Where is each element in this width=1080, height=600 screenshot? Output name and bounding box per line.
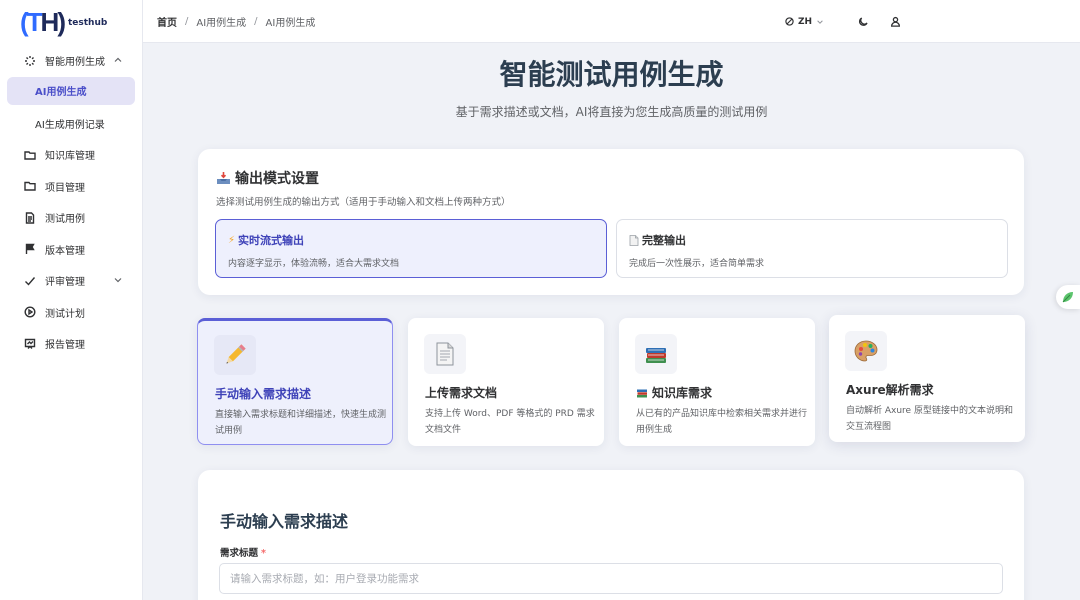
source-card-description: 支持上传 Word、PDF 等格式的 PRD 需求文档文件	[425, 409, 595, 435]
sidebar-item-ai-case-records[interactable]: AI生成用例记录	[7, 108, 135, 140]
play-circle-icon	[23, 305, 37, 319]
sparkle-icon	[23, 54, 37, 68]
source-card-title: 知识库需求	[652, 386, 713, 400]
main-content: 智能测试用例生成 基于需求描述或文档，AI将直接为您生成高质量的测试用例 输出模…	[143, 43, 1080, 600]
sidebar-item-label: 知识库管理	[45, 151, 95, 163]
manual-input-form: 手动输入需求描述 需求标题 *	[198, 470, 1024, 600]
breadcrumb-home[interactable]: 首页	[157, 14, 177, 29]
sidebar-item-test-plans[interactable]: 测试计划	[7, 297, 135, 329]
option-description: 完成后一次性展示，适合简单需求	[629, 259, 765, 269]
sidebar-item-smart-case-generation[interactable]: 智能用例生成	[7, 45, 135, 77]
page-title: 智能测试用例生成	[499, 58, 724, 91]
breadcrumb-separator: /	[185, 15, 189, 27]
sidebar-item-label: 测试用例	[45, 214, 85, 226]
sidebar-item-versions[interactable]: 版本管理	[7, 234, 135, 266]
option-title: 实时流式输出	[238, 234, 305, 247]
logo-mark-right: H)	[40, 7, 66, 37]
source-card-manual-input[interactable]: 手动输入需求描述 直接输入需求标题和详细描述，快速生成测试用例	[197, 318, 393, 445]
sidebar-item-reviews[interactable]: 评审管理	[7, 265, 135, 297]
requirement-title-label: 需求标题	[220, 548, 259, 559]
source-card-title: Axure解析需求	[846, 383, 934, 397]
output-mode-card: 输出模式设置 选择测试用例生成的输出方式（适用于手动输入和文档上传两种方式） ⚡…	[198, 149, 1024, 295]
leaf-icon[interactable]	[1056, 285, 1080, 309]
sidebar-item-label: 报告管理	[45, 340, 85, 352]
sidebar-item-label: AI用例生成	[35, 87, 87, 98]
source-card-axure[interactable]: Axure解析需求 自动解析 Axure 原型链接中的文本说明和交互流程图	[829, 315, 1025, 442]
output-mode-description: 选择测试用例生成的输出方式（适用于手动输入和文档上传两种方式）	[216, 197, 511, 208]
logo-mark-left: (T	[20, 7, 43, 37]
logo-text: testhub	[67, 18, 108, 28]
top-header: 首页 / AI用例生成 / AI用例生成 ZH	[143, 0, 1080, 43]
sidebar-item-label: AI生成用例记录	[35, 119, 105, 131]
language-label: ZH	[798, 16, 813, 27]
chevron-up-icon	[113, 55, 123, 65]
sidebar-item-label: 项目管理	[45, 182, 85, 194]
check-icon	[23, 274, 37, 288]
flag-icon	[23, 242, 37, 256]
moon-icon[interactable]	[857, 16, 869, 28]
sidebar-item-reports[interactable]: 报告管理	[7, 328, 135, 360]
sidebar: (TH) testhub 智能用例生成 AI用例生成 AI生成用例记录 知识库管…	[0, 0, 143, 600]
sidebar-item-ai-case-generation[interactable]: AI用例生成	[7, 76, 135, 105]
sidebar-item-knowledge-base[interactable]: 知识库管理	[7, 139, 135, 171]
chevron-down-icon	[113, 275, 123, 285]
option-complete-output[interactable]: 完整输出 完成后一次性展示，适合简单需求	[616, 219, 1008, 278]
sidebar-item-label: 测试计划	[45, 308, 85, 320]
breadcrumb-item[interactable]: AI用例生成	[196, 14, 246, 29]
sidebar-item-label: 版本管理	[45, 245, 85, 257]
output-mode-title: 输出模式设置	[235, 171, 319, 187]
globe-icon	[785, 17, 794, 26]
option-title: 完整输出	[642, 234, 686, 247]
source-card-knowledge-base[interactable]: 知识库需求 从已有的产品知识库中检索相关需求并进行用例生成	[619, 318, 815, 446]
pencil-icon	[214, 335, 256, 375]
inbox-tray-icon	[217, 172, 230, 184]
breadcrumb-current: AI用例生成	[265, 17, 316, 29]
palette-icon	[845, 331, 887, 371]
source-card-description: 从已有的产品知识库中检索相关需求并进行用例生成	[636, 409, 808, 435]
sidebar-item-label: 智能用例生成	[45, 57, 105, 69]
requirement-title-input[interactable]	[219, 563, 1003, 594]
sidebar-nav: 智能用例生成 AI用例生成 AI生成用例记录 知识库管理 项目管理 测试用例 版…	[0, 45, 142, 360]
report-icon	[23, 337, 37, 351]
app-logo[interactable]: (TH) testhub	[0, 0, 142, 44]
option-streaming-output[interactable]: ⚡ 实时流式输出 内容逐字显示，体验流畅，适合大需求文档	[215, 219, 607, 278]
folder-icon	[23, 148, 37, 162]
source-card-description: 自动解析 Axure 原型链接中的文本说明和交互流程图	[846, 406, 1013, 432]
chevron-down-icon	[817, 19, 823, 24]
option-description: 内容逐字显示，体验流畅，适合大需求文档	[228, 259, 400, 269]
user-icon[interactable]	[889, 16, 901, 28]
books-icon	[637, 389, 647, 397]
source-card-upload-document[interactable]: 上传需求文档 支持上传 Word、PDF 等格式的 PRD 需求文档文件	[408, 318, 604, 446]
source-card-title: 手动输入需求描述	[215, 387, 312, 401]
folder-icon	[23, 179, 37, 193]
document-icon	[424, 334, 466, 374]
source-card-description: 直接输入需求标题和详细描述，快速生成测试用例	[215, 410, 387, 436]
breadcrumb-separator: /	[254, 15, 258, 27]
books-icon	[635, 334, 677, 374]
breadcrumb: 首页 / AI用例生成 / AI用例生成	[157, 14, 315, 29]
page-icon	[629, 234, 639, 246]
required-mark: *	[261, 548, 266, 559]
lightning-icon: ⚡	[228, 234, 236, 246]
sidebar-item-test-cases[interactable]: 测试用例	[7, 202, 135, 234]
sidebar-item-label: 评审管理	[45, 277, 85, 289]
source-card-title: 上传需求文档	[425, 386, 498, 400]
page-subtitle: 基于需求描述或文档，AI将直接为您生成高质量的测试用例	[455, 105, 768, 119]
document-icon	[23, 211, 37, 225]
sidebar-item-projects[interactable]: 项目管理	[7, 171, 135, 203]
form-title: 手动输入需求描述	[220, 512, 349, 531]
language-switcher[interactable]: ZH	[785, 17, 828, 27]
